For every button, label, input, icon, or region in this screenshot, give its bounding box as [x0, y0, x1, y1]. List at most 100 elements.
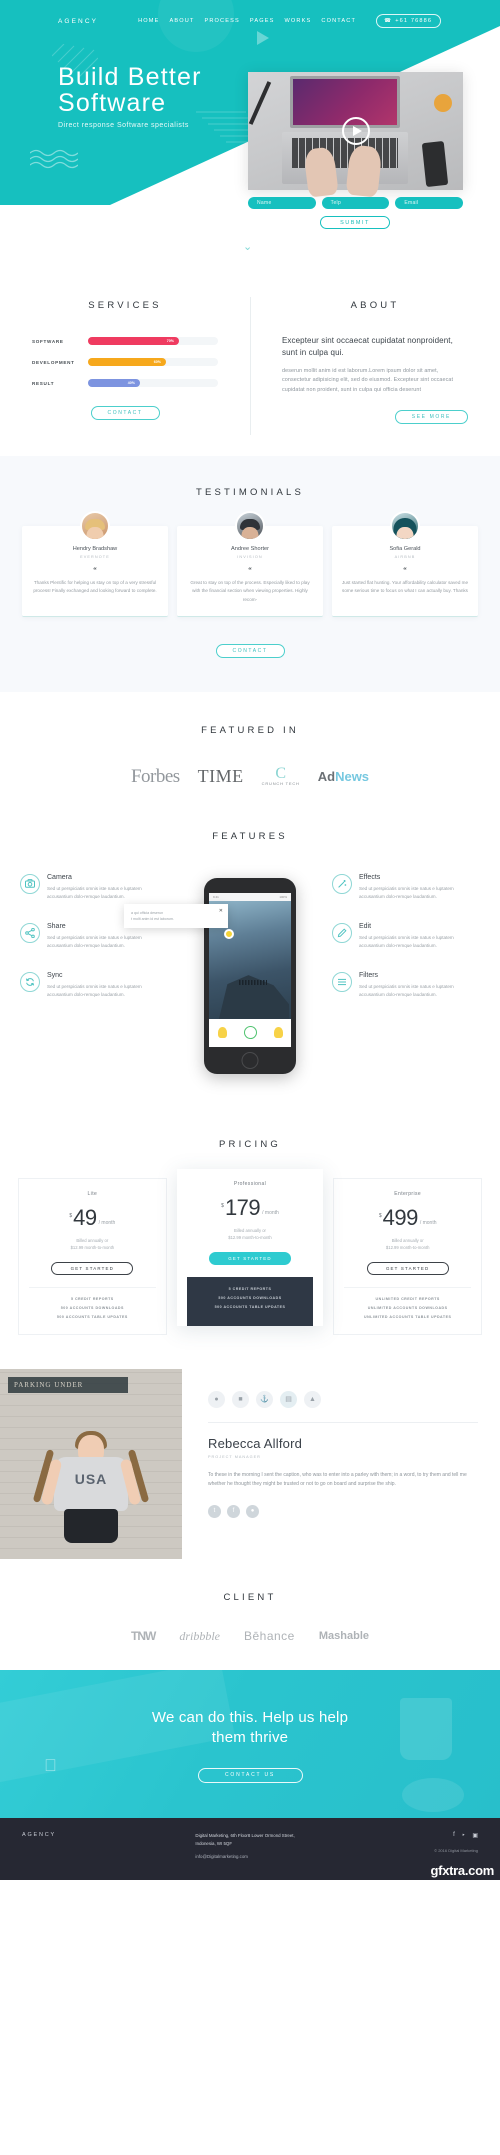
user-icon[interactable]: ●: [208, 1390, 225, 1408]
email-input[interactable]: Email: [395, 197, 464, 209]
testimonial-card: Hendry Bradshaw EVERNOTE “ Thanks Plenti…: [22, 511, 168, 617]
feature-item-filters: Filters Sed ut perspiciatis omnis iste n…: [332, 971, 480, 999]
close-icon[interactable]: ✕: [219, 908, 223, 914]
twitter-icon[interactable]: ‣: [462, 1832, 466, 1839]
book-icon[interactable]: ▤: [280, 1390, 297, 1408]
testimonial-text: Great to stay on top of the process. Esp…: [190, 580, 310, 602]
main-navigation[interactable]: AGENCY HOME ABOUT PROCESS PAGES WORKS CO…: [0, 11, 500, 31]
price-value: 179: [224, 1194, 261, 1220]
plan-note-2: $12.99 month-to-month: [385, 1244, 430, 1250]
footer-email[interactable]: info@Digitalmarketing.com: [195, 1853, 294, 1861]
nav-phone-button[interactable]: ☎ +61 76886: [376, 14, 442, 28]
facebook-icon[interactable]: f: [227, 1504, 240, 1518]
play-button[interactable]: [341, 117, 370, 145]
pricing-card-professional: Professional $ 179 / month Billed annual…: [176, 1168, 324, 1326]
plan-feature: UNLIMITED ACCOUNTS TABLE UPDATES: [363, 1314, 452, 1319]
skill-fill-software: 70%: [88, 337, 179, 345]
play-icon: [352, 126, 362, 136]
quote-mark-icon: “: [403, 566, 407, 575]
plan-name: Enterprise: [394, 1190, 422, 1197]
footer-copyright: © 2016 Digital Marketing: [434, 1847, 478, 1853]
services-contact-button[interactable]: CONTACT: [90, 406, 160, 420]
featured-heading-highlight: FEATURED: [201, 724, 278, 736]
about-body: deserun mollit anim id est laborum.Lorem…: [282, 368, 454, 393]
skill-label-result: RESULT: [32, 380, 55, 386]
briefcase-icon[interactable]: ■: [232, 1390, 249, 1408]
bulb-left-icon[interactable]: [217, 1027, 227, 1039]
chart-icon[interactable]: ▲: [304, 1390, 321, 1408]
client-section: CLIENT TNW dribbble Bēhance Mashable: [0, 1558, 500, 1670]
skill-label-software: SOFTWARE: [32, 338, 64, 344]
home-button[interactable]: [241, 1051, 259, 1069]
name-input[interactable]: Name: [248, 197, 316, 209]
hero-title-line2: Software: [58, 89, 167, 117]
nav-item-works[interactable]: WORKS: [285, 18, 312, 24]
plan-name: Professional: [233, 1180, 267, 1187]
nav-item-process[interactable]: PROCESS: [204, 18, 239, 24]
bulb-right-icon[interactable]: [273, 1027, 283, 1039]
avatar: [80, 511, 110, 542]
plan-feature: 500 ACCOUNTS TABLE UPDATES: [56, 1314, 128, 1319]
tooltip-line2: t mollt anim id est laborum.: [131, 916, 174, 921]
plan-note-1: Billed annually or: [391, 1237, 424, 1243]
feature-text: Sed ut perspiciatis omnis iste natus e l…: [47, 983, 142, 997]
crunch-c-icon: C: [275, 765, 287, 783]
instagram-icon[interactable]: ▣: [472, 1832, 478, 1839]
get-started-button[interactable]: GET STARTED: [366, 1261, 449, 1275]
feature-title: Sync: [47, 971, 63, 979]
pen-object: [248, 81, 272, 125]
feature-item-sync: Sync Sed ut perspiciatis omnis iste natu…: [20, 971, 168, 999]
testimonials-contact-button[interactable]: CONTACT: [215, 643, 285, 658]
shutter-icon[interactable]: [243, 1026, 257, 1040]
nav-item-about[interactable]: ABOUT: [169, 18, 194, 24]
currency-symbol: $: [221, 1202, 224, 1209]
plan-feature: UNLIMITED CREDIT REPORTS: [375, 1296, 440, 1301]
profile-social-links[interactable]: t f ●: [208, 1504, 478, 1518]
dribbble-icon[interactable]: ●: [246, 1504, 259, 1518]
plan-price: $ 499 / month: [344, 1206, 471, 1228]
people-silhouettes: [239, 979, 267, 985]
nav-item-contact[interactable]: CONTACT: [321, 18, 356, 24]
testimonial-company: EVERNOTE: [80, 555, 110, 560]
scroll-down-chevron-icon[interactable]: ⌄: [243, 240, 252, 253]
currency-symbol: $: [378, 1212, 382, 1219]
facebook-icon[interactable]: f: [453, 1832, 455, 1839]
get-started-button[interactable]: GET STARTED: [209, 1251, 291, 1265]
nav-item-home[interactable]: HOME: [138, 18, 159, 24]
pricing-cards: Lite $ 49 / month Billed annually or $12…: [0, 1168, 500, 1335]
testimonial-text: Thanks Plentific for helping us stay on …: [33, 580, 157, 594]
features-section: FEATURES Camera Sed ut perspiciatis omni…: [0, 817, 500, 1110]
nav-links[interactable]: HOME ABOUT PROCESS PAGES WORKS CONTACT ☎…: [138, 14, 442, 28]
anchor-icon[interactable]: ⚓: [256, 1390, 273, 1408]
get-started-button[interactable]: GET STARTED: [51, 1261, 134, 1275]
footer-social[interactable]: f ‣ ▣: [434, 1832, 478, 1839]
skill-row: SOFTWARE 70%: [32, 337, 218, 345]
plan-feature: UNLIMITED ACCOUNTS DOWNLOADS: [367, 1305, 448, 1310]
phone-icon: ☎: [384, 18, 393, 24]
hero-contact-form[interactable]: Name Telp Email: [248, 197, 464, 209]
see-more-button[interactable]: SEE MORE: [394, 410, 468, 425]
telp-input[interactable]: Telp: [321, 197, 390, 209]
submit-button[interactable]: SUBMIT: [320, 216, 390, 229]
phone-status-bar: 9:41 100%: [209, 892, 291, 901]
phone-toolbar[interactable]: [209, 1018, 291, 1047]
hero-video-thumbnail[interactable]: [248, 72, 463, 198]
shorts: [64, 1508, 118, 1543]
footer-address-line2: Indonesia, WI 5QF: [195, 1840, 233, 1846]
profile-icon-row[interactable]: ● ■ ⚓ ▤ ▲: [208, 1390, 478, 1408]
footer-address: Digital Marketing, 6th Floor8 Lower Ormo…: [195, 1832, 294, 1880]
brand-logo[interactable]: AGENCY: [58, 18, 98, 25]
feature-item-camera: Camera Sed ut perspiciatis omnis iste na…: [20, 873, 168, 901]
twitter-icon[interactable]: t: [208, 1504, 221, 1518]
feature-title: Effects: [359, 873, 381, 881]
about-lead: Excepteur sint occaecat cupidatat nonpro…: [282, 336, 453, 357]
featured-logos: Forbes TIME C CRUNCH TECH AdNews: [0, 766, 500, 788]
apple-icon: : [44, 1756, 57, 1776]
testimonial-name: Hendry Bradshaw: [72, 546, 118, 553]
features-right-column: Effects Sed ut perspiciatis omnis iste n…: [332, 873, 480, 1021]
contact-us-button[interactable]: CONTACT US: [197, 1767, 303, 1783]
skill-fill-result: 40%: [88, 379, 140, 387]
tooltip-marker-dot[interactable]: [224, 928, 234, 939]
testimonials-heading: TESTIMONIALS: [195, 487, 305, 499]
nav-item-pages[interactable]: PAGES: [250, 18, 275, 24]
